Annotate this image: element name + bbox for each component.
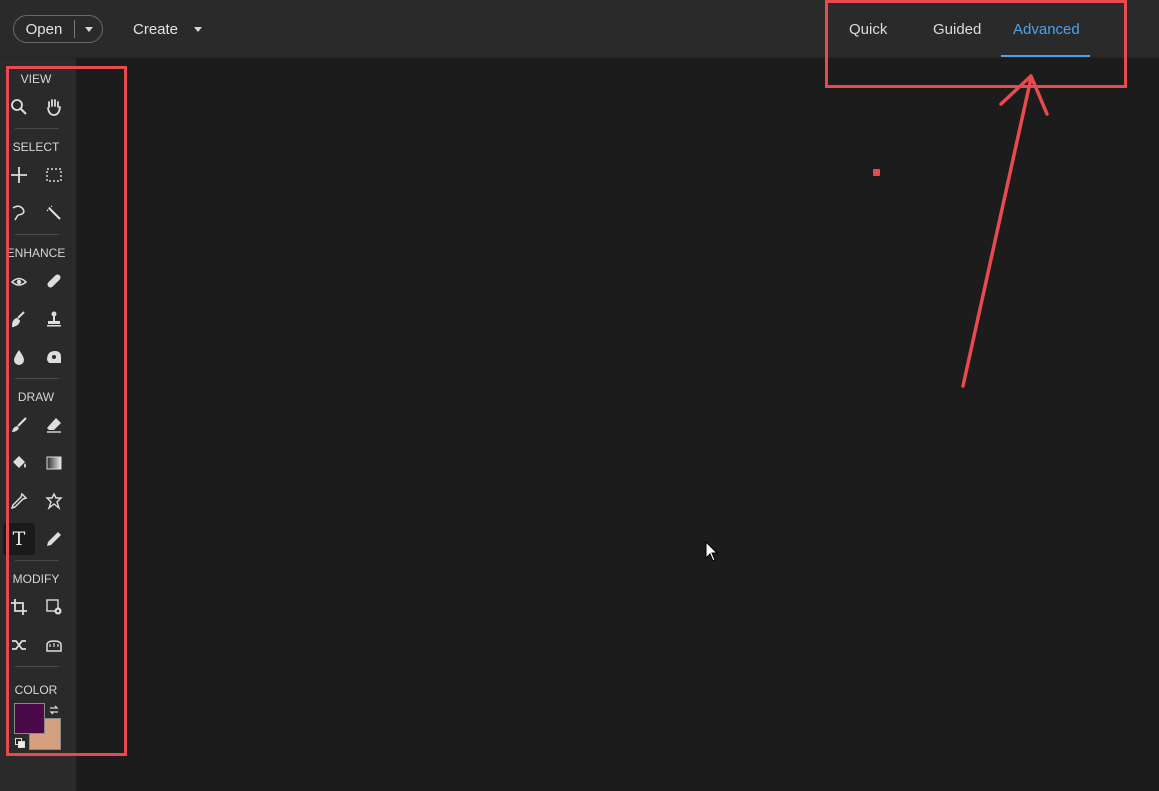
create-dropdown-chevron-icon[interactable]	[194, 27, 202, 32]
open-button[interactable]: Open	[13, 15, 103, 43]
open-dropdown-chevron-icon[interactable]	[75, 26, 102, 32]
annotation-box-tabs	[825, 0, 1127, 88]
mouse-cursor-icon	[705, 541, 719, 562]
create-button[interactable]: Create	[133, 21, 178, 38]
foreground-color-swatch[interactable]	[14, 703, 45, 734]
annotation-box-toolbar	[6, 66, 127, 756]
open-label[interactable]: Open	[14, 21, 74, 38]
annotation-arrow	[961, 74, 1049, 388]
annotation-dot	[873, 169, 880, 176]
